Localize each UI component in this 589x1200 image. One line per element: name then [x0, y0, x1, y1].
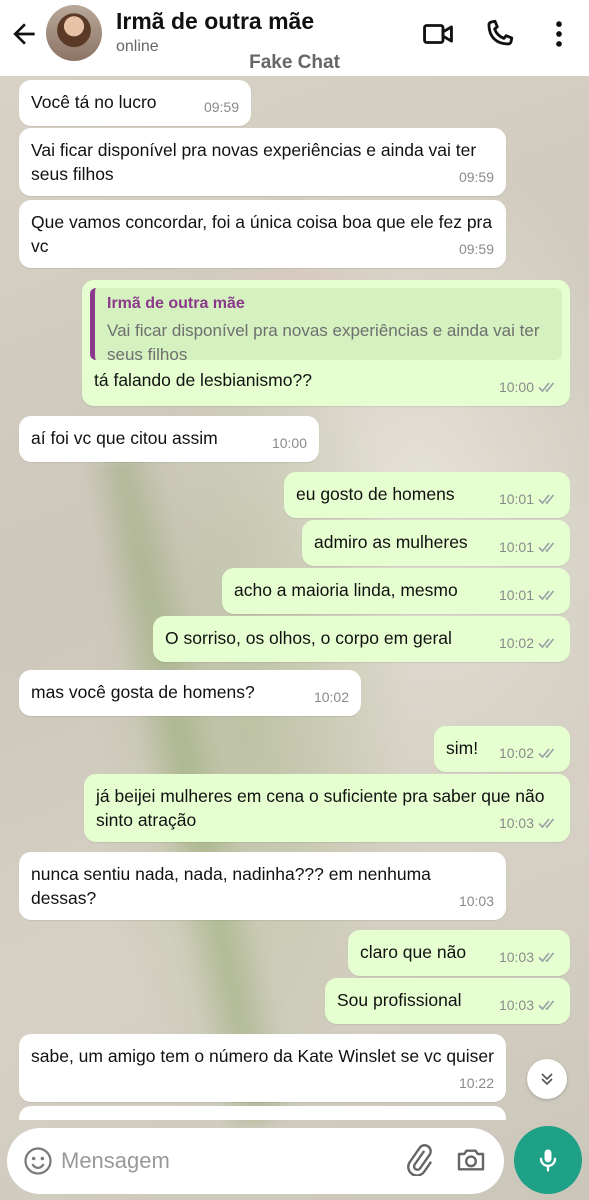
message-time-text: 09:59 — [458, 241, 494, 257]
message-time: 10:02 — [499, 741, 558, 765]
message-time: 10:02 — [499, 631, 558, 655]
message-time-text: 09:59 — [458, 169, 494, 185]
message-time-text: 10:02 — [313, 689, 349, 705]
message-time: 10:00 — [272, 431, 307, 455]
message-time-text: 10:03 — [498, 949, 534, 965]
message-input[interactable] — [61, 1142, 381, 1180]
message-bubble-outgoing-reply[interactable]: Irmã de outra mãe Vai ficar disponível p… — [82, 280, 570, 406]
message-time: 09:59 — [459, 165, 494, 189]
double-check-icon — [538, 952, 555, 963]
camera-icon[interactable] — [455, 1144, 487, 1176]
message-bubble-incoming[interactable]: mas você gosta de homens? 10:02 — [19, 670, 361, 716]
message-time-text: 10:03 — [458, 893, 494, 909]
quoted-text: Vai ficar disponível pra novas experiênc… — [107, 321, 540, 360]
message-text: Que vamos concordar, foi a única coisa b… — [31, 212, 493, 256]
chat-header: Irmã de outra mãe online Fake Chat — [0, 0, 589, 76]
message-time: 10:03 — [499, 945, 558, 969]
arrow-left-icon[interactable] — [8, 18, 40, 50]
message-bubble-outgoing[interactable]: O sorriso, os olhos, o corpo em geral 10… — [153, 616, 570, 662]
message-time: 10:01 — [499, 583, 558, 607]
paperclip-icon[interactable] — [403, 1144, 435, 1176]
video-camera-icon[interactable] — [421, 17, 455, 51]
app-caption: Fake Chat — [249, 52, 340, 73]
message-bubble-outgoing[interactable]: já beijei mulheres em cena o suficiente … — [84, 774, 570, 842]
message-bubble-outgoing[interactable]: claro que não 10:03 — [348, 930, 570, 976]
double-check-icon — [538, 542, 555, 553]
message-bubble-incoming[interactable]: Você tá no lucro 09:59 — [19, 80, 251, 126]
double-check-icon — [538, 748, 555, 759]
message-time-text: 10:01 — [498, 539, 534, 555]
message-time-text: 10:02 — [498, 635, 534, 651]
message-time: 09:59 — [459, 237, 494, 261]
message-bubble-outgoing[interactable]: sim! 10:02 — [434, 726, 570, 772]
message-bubble-incoming[interactable]: Que vamos concordar, foi a única coisa b… — [19, 200, 506, 268]
double-check-icon — [538, 494, 555, 505]
message-time: 10:03 — [459, 889, 494, 913]
message-bubble-outgoing[interactable]: Sou profissional 10:03 — [325, 978, 570, 1024]
message-bubble-incoming[interactable]: aí foi vc que citou assim 10:00 — [19, 416, 319, 462]
double-check-icon — [538, 590, 555, 601]
phone-icon[interactable] — [482, 17, 516, 51]
message-time-text: 10:01 — [498, 491, 534, 507]
message-bubble-incoming[interactable]: sabe, um amigo tem o número da Kate Wins… — [19, 1034, 506, 1102]
message-bubble-outgoing[interactable]: acho a maioria linda, mesmo 10:01 — [222, 568, 570, 614]
message-time: 09:59 — [204, 95, 239, 119]
message-time-text: 10:00 — [271, 435, 307, 451]
quoted-message[interactable]: Irmã de outra mãe Vai ficar disponível p… — [90, 288, 562, 360]
message-time-text: 10:02 — [498, 745, 534, 761]
message-time-text: 10:03 — [498, 815, 534, 831]
message-text: Vai ficar disponível pra novas experiênc… — [31, 140, 477, 184]
scroll-to-bottom-button[interactable] — [527, 1059, 567, 1099]
message-time-text: 09:59 — [203, 99, 239, 115]
message-bubble-outgoing[interactable]: eu gosto de homens 10:01 — [284, 472, 570, 518]
quoted-author: Irmã de outra mãe — [107, 295, 245, 312]
message-time-text: 10:01 — [498, 587, 534, 603]
message-time-text: 10:03 — [498, 997, 534, 1013]
message-bubble-incoming-partial[interactable] — [19, 1106, 506, 1120]
message-time: 10:02 — [314, 685, 349, 709]
message-time: 10:03 — [499, 993, 558, 1017]
message-text: já beijei mulheres em cena o suficiente … — [96, 786, 545, 830]
message-bubble-incoming[interactable]: Vai ficar disponível pra novas experiênc… — [19, 128, 506, 196]
double-check-icon — [538, 818, 555, 829]
double-check-icon — [538, 382, 555, 393]
smiley-icon[interactable] — [23, 1146, 53, 1176]
message-composer — [7, 1128, 504, 1194]
message-time-text: 10:22 — [458, 1075, 494, 1091]
microphone-button[interactable] — [514, 1126, 582, 1194]
more-vertical-icon[interactable] — [542, 17, 576, 51]
message-text: nunca sentiu nada, nada, nadinha??? em n… — [31, 864, 431, 908]
message-bubble-outgoing[interactable]: admiro as mulheres 10:01 — [302, 520, 570, 566]
message-text: mas você gosta de homens? — [31, 682, 255, 702]
message-bubble-incoming[interactable]: nunca sentiu nada, nada, nadinha??? em n… — [19, 852, 506, 920]
message-time-text: 10:00 — [498, 379, 534, 395]
message-time: 10:22 — [459, 1071, 494, 1095]
message-text: aí foi vc que citou assim — [31, 428, 218, 448]
contact-name[interactable]: Irmã de outra mãe — [116, 8, 314, 35]
message-text: sabe, um amigo tem o número da Kate Wins… — [31, 1046, 494, 1066]
microphone-icon — [539, 1149, 557, 1172]
double-check-icon — [538, 1000, 555, 1011]
double-chevron-down-icon — [541, 1073, 553, 1086]
message-time: 10:03 — [499, 811, 558, 835]
message-list[interactable]: Você tá no lucro 09:59 Vai ficar disponí… — [0, 76, 589, 1120]
message-time: 10:00 — [499, 375, 558, 399]
message-time: 10:01 — [499, 535, 558, 559]
message-text: tá falando de lesbianismo?? — [94, 370, 312, 390]
double-check-icon — [538, 638, 555, 649]
message-time: 10:01 — [499, 487, 558, 511]
